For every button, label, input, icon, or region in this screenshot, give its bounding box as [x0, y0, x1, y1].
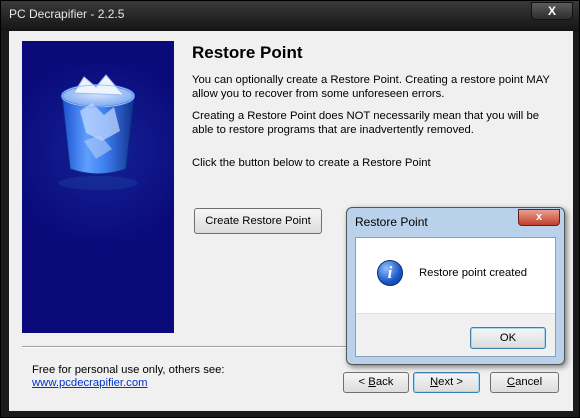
restore-point-dialog: Restore Point x i Restore point created … — [346, 207, 565, 365]
create-restore-point-button[interactable]: Create Restore Point — [194, 208, 322, 234]
instruction-paragraph: Click the button below to create a Resto… — [192, 157, 431, 169]
dialog-title: Restore Point — [355, 215, 428, 229]
app-window: PC Decrapifier - 2.2.5 X Restore Point Y… — [0, 0, 580, 418]
back-button[interactable]: < Back — [343, 372, 409, 393]
dialog-close-button[interactable]: x — [518, 209, 560, 226]
license-note: Free for personal use only, others see: — [32, 364, 225, 376]
window-title: PC Decrapifier - 2.2.5 — [9, 7, 125, 21]
website-link[interactable]: www.pcdecrapifier.com — [32, 377, 148, 389]
back-accelerator: B — [368, 376, 376, 388]
next-accelerator: N — [430, 376, 439, 388]
window-close-button[interactable]: X — [531, 2, 573, 20]
info-icon: i — [377, 260, 403, 286]
warning-paragraph: Creating a Restore Point does NOT necess… — [192, 110, 540, 136]
title-bar[interactable]: PC Decrapifier - 2.2.5 X — [1, 1, 579, 31]
cancel-button[interactable]: Cancel — [490, 372, 559, 393]
back-prefix: < — [358, 376, 369, 388]
cancel-accelerator: C — [506, 376, 516, 388]
wizard-client-area: Restore Point You can optionally create … — [9, 31, 573, 411]
cancel-label: ancel — [515, 376, 543, 388]
ok-button[interactable]: OK — [470, 327, 546, 349]
intro-paragraph: You can optionally create a Restore Poin… — [192, 74, 550, 100]
next-button[interactable]: Next > — [413, 372, 480, 393]
next-label: ext > — [438, 376, 463, 388]
dialog-body: i Restore point created OK — [355, 237, 556, 357]
side-image-panel — [22, 41, 174, 333]
dialog-message: Restore point created — [419, 267, 528, 279]
back-label: ack — [375, 376, 394, 388]
recycle-bin-icon — [58, 74, 138, 190]
page-title: Restore Point — [192, 43, 303, 62]
